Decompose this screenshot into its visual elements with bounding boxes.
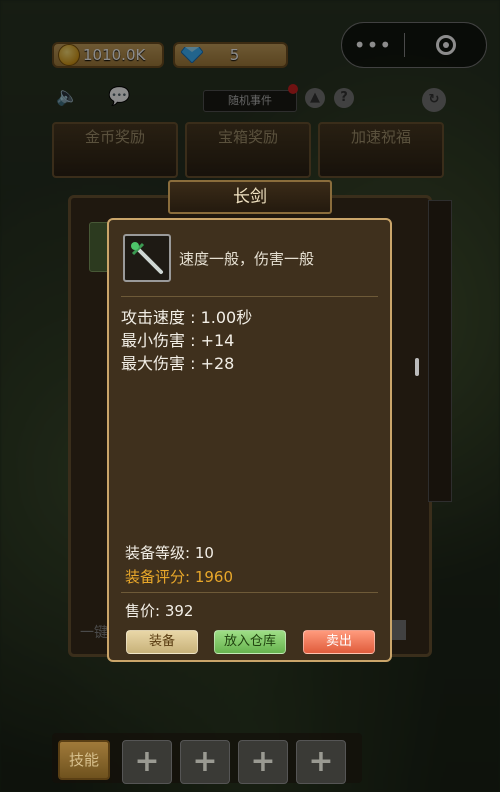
divider [121, 592, 378, 593]
equip-level: 装备等级: 10 [125, 544, 214, 562]
stat-max-damage: 最大伤害 : +28 [121, 354, 235, 373]
skill-slot-2[interactable]: + [180, 740, 230, 784]
equip-score: 装备评分: 1960 [125, 568, 233, 586]
skills-button[interactable]: 技能 [58, 740, 110, 780]
equip-button[interactable]: 装备 [126, 630, 198, 654]
item-description: 速度一般，伤害一般 [179, 250, 315, 268]
stat-attack-speed: 攻击速度 : 1.00秒 [121, 308, 253, 327]
sell-price: 售价: 392 [125, 602, 194, 620]
scrollbar-thumb[interactable] [415, 358, 419, 376]
item-detail-card: 速度一般，伤害一般 攻击速度 : 1.00秒 最小伤害 : +14 最大伤害 :… [107, 218, 392, 662]
skill-slot-1[interactable]: + [122, 740, 172, 784]
skill-slot-4[interactable]: + [296, 740, 346, 784]
sword-icon [123, 234, 171, 282]
store-in-warehouse-button[interactable]: 放入仓库 [214, 630, 286, 654]
skill-slot-3[interactable]: + [238, 740, 288, 784]
item-title: 长剑 [168, 180, 332, 214]
stat-min-damage: 最小伤害 : +14 [121, 331, 235, 350]
sell-button[interactable]: 卖出 [303, 630, 375, 654]
divider [121, 296, 378, 297]
